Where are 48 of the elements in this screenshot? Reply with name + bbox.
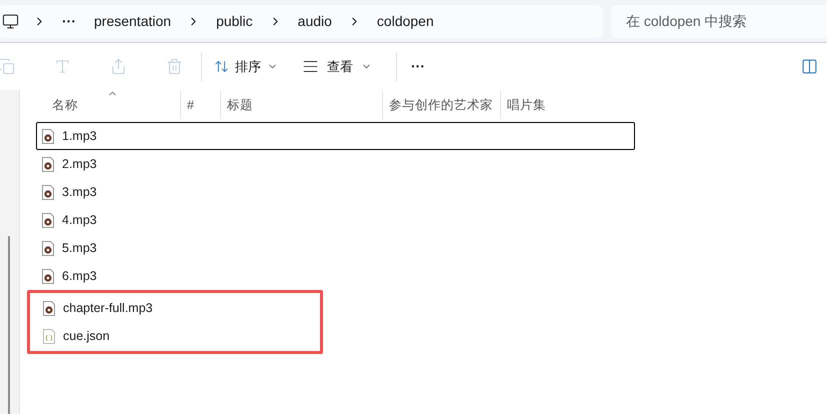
- computer-icon: [2, 12, 19, 30]
- audio-file-icon: [42, 128, 54, 144]
- file-name: 4.mp3: [62, 212, 97, 229]
- breadcrumb-item[interactable]: coldopen: [376, 10, 434, 32]
- file-row[interactable]: 4.mp3: [36, 206, 635, 234]
- file-row[interactable]: 1.mp3: [36, 122, 635, 150]
- file-name: 2.mp3: [62, 156, 97, 173]
- file-name: 1.mp3: [62, 128, 97, 145]
- audio-file-icon: [42, 212, 54, 228]
- breadcrumb-item[interactable]: public: [216, 10, 253, 32]
- search-field[interactable]: 在 coldopen 中搜索: [611, 4, 827, 38]
- view-icon: [302, 58, 319, 75]
- audio-file-icon: [42, 184, 54, 200]
- breadcrumb-item[interactable]: presentation: [94, 10, 172, 32]
- share-icon: [110, 58, 127, 75]
- json-file-icon: [43, 328, 55, 344]
- file-row[interactable]: cue.json: [37, 322, 320, 350]
- rename-icon: [54, 58, 71, 75]
- file-row[interactable]: 6.mp3: [36, 262, 635, 290]
- file-name: chapter-full.mp3: [63, 300, 153, 317]
- breadcrumb-more[interactable]: ···: [62, 10, 76, 32]
- sort-icon: [214, 59, 229, 74]
- breadcrumb-item[interactable]: audio: [298, 10, 332, 32]
- copy-icon: [0, 58, 15, 75]
- file-row[interactable]: chapter-full.mp3: [37, 294, 320, 322]
- column-header[interactable]: 标题: [221, 91, 383, 119]
- file-row[interactable]: 5.mp3: [36, 234, 635, 262]
- audio-file-icon: [42, 156, 54, 172]
- file-name: 3.mp3: [62, 184, 97, 201]
- file-row[interactable]: 2.mp3: [36, 150, 635, 178]
- details-pane-icon[interactable]: [801, 58, 818, 75]
- file-name: cue.json: [63, 328, 110, 345]
- column-header[interactable]: #: [181, 91, 221, 119]
- address-bar[interactable]: ··· presentation public audio coldopen: [0, 4, 603, 38]
- sort-button[interactable]: 排序: [202, 50, 290, 82]
- audio-file-icon: [42, 240, 54, 256]
- column-header[interactable]: 唱片集: [501, 91, 601, 119]
- audio-file-icon: [43, 300, 55, 316]
- file-name: 6.mp3: [62, 268, 97, 285]
- column-header[interactable]: 名称: [36, 91, 181, 119]
- file-row[interactable]: 3.mp3: [36, 178, 635, 206]
- file-name: 5.mp3: [62, 240, 97, 257]
- column-header[interactable]: 参与创作的艺术家: [383, 91, 501, 119]
- scrollbar-thumb[interactable]: [8, 236, 10, 414]
- more-button[interactable]: ···: [397, 50, 439, 82]
- delete-icon: [166, 58, 183, 75]
- audio-file-icon: [42, 268, 54, 284]
- view-button[interactable]: 查看: [290, 50, 384, 82]
